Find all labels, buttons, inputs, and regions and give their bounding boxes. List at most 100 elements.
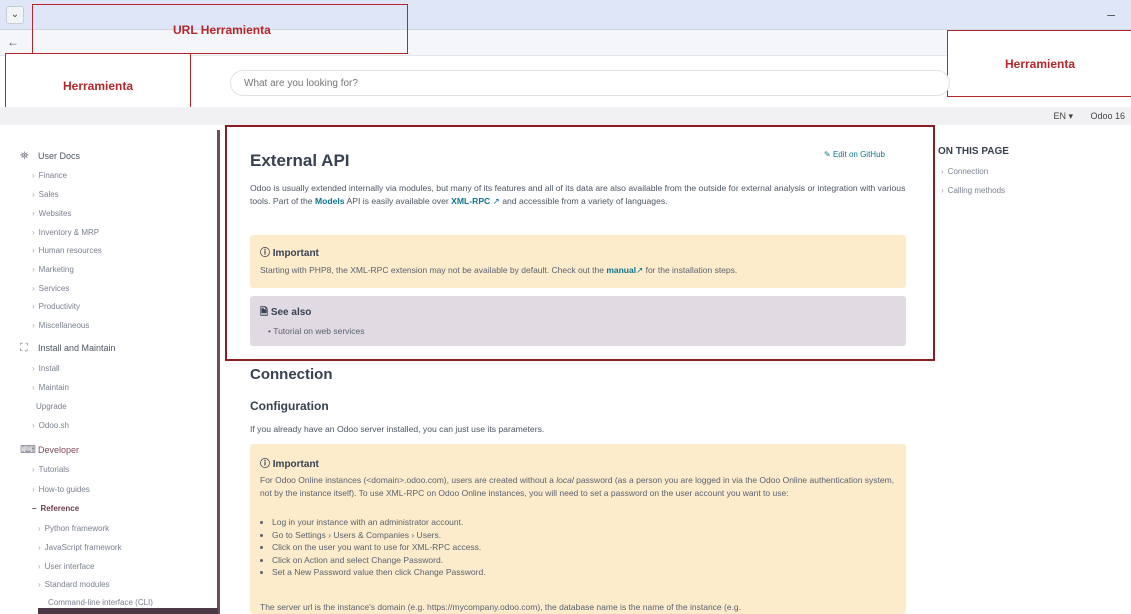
sidebar-item-python-framework[interactable]: › Python framework xyxy=(38,524,109,533)
search-input[interactable] xyxy=(231,71,949,95)
sidebar-scroll-indicator xyxy=(38,608,218,614)
chevron-down-icon: – xyxy=(32,504,37,513)
important-paragraph: For Odoo Online instances (<domain>.odoo… xyxy=(260,474,896,500)
search-bar xyxy=(230,70,950,96)
edit-on-github-label: Edit on GitHub xyxy=(832,150,885,159)
sidebar-item-reference[interactable]: – Reference xyxy=(32,504,79,513)
sidebar-section-label: User Docs xyxy=(38,151,81,161)
sidebar-item-label: Python framework xyxy=(44,524,110,533)
sidebar-item-label: Command-line interface (CLI) xyxy=(48,598,153,607)
toc-item-connection[interactable]: › Connection xyxy=(941,167,988,176)
see-also-title-label: See also xyxy=(270,307,312,318)
sidebar-section-user-docs[interactable]: ⛯ User Docs xyxy=(20,150,80,162)
toc-item-label: Connection xyxy=(947,167,989,176)
sidebar-item-label: Standard modules xyxy=(44,580,110,589)
chevron-right-icon: › xyxy=(32,171,35,180)
sidebar-item-miscellaneous[interactable]: › Miscellaneous xyxy=(32,321,89,330)
chevron-right-icon: › xyxy=(941,167,944,176)
sidebar-item-user-interface[interactable]: › User interface xyxy=(38,562,94,571)
edit-on-github-link[interactable]: ✎ Edit on GitHub xyxy=(824,150,885,159)
sidebar-item-tutorials[interactable]: › Tutorials xyxy=(32,465,69,474)
annotation-url-tool: URL Herramienta xyxy=(32,4,408,54)
see-also-admonition: 🗎 See also • Tutorial on web services xyxy=(250,296,906,346)
sidebar-item-label: Tutorials xyxy=(38,465,70,474)
sidebar-item-label: How-to guides xyxy=(38,485,90,494)
sidebar-item-label: Inventory & MRP xyxy=(38,228,100,237)
minimize-button[interactable]: – xyxy=(1107,6,1115,22)
back-arrow-icon[interactable]: ← xyxy=(7,35,19,49)
manual-link[interactable]: manual↗ xyxy=(606,265,643,275)
sidebar-item-label: Maintain xyxy=(38,383,69,392)
sidebar-item-inventory[interactable]: › Inventory & MRP xyxy=(32,228,99,237)
sidebar-item-odoo-sh[interactable]: › Odoo.sh xyxy=(32,421,69,430)
info-circle-icon: ⓘ xyxy=(260,459,273,470)
sidebar-item-cli[interactable]: Command-line interface (CLI) xyxy=(48,598,153,607)
sidebar-item-label: Upgrade xyxy=(36,402,67,411)
sidebar-item-productivity[interactable]: › Productivity xyxy=(32,302,80,311)
sidebar-item-label: User interface xyxy=(44,562,95,571)
sidebar-divider xyxy=(217,130,220,614)
sidebar-item-javascript-framework[interactable]: › JavaScript framework xyxy=(38,543,122,552)
chevron-right-icon: › xyxy=(32,209,35,218)
sidebar-item-human-resources[interactable]: › Human resources xyxy=(32,246,102,255)
annotation-url-label: URL Herramienta xyxy=(173,23,271,37)
sidebar-item-maintain[interactable]: › Maintain xyxy=(32,383,69,392)
sidebar-section-developer[interactable]: ⌨ Developer xyxy=(20,444,79,456)
sidebar-item-install[interactable]: › Install xyxy=(32,364,60,373)
chevron-right-icon: › xyxy=(32,383,35,392)
sidebar-section-install[interactable]: ⛶ Install and Maintain xyxy=(20,342,116,354)
intro-text: API is easily available over xyxy=(344,196,452,206)
see-also-title: 🗎 See also xyxy=(260,305,311,322)
important-text-part: Starting with PHP8, the XML-RPC extensio… xyxy=(260,265,607,275)
chevron-right-icon: › xyxy=(32,465,35,474)
sidebar-item-label: Productivity xyxy=(38,302,81,311)
sidebar-item-label: Websites xyxy=(38,209,72,218)
sidebar-item-finance[interactable]: › Finance xyxy=(32,171,67,180)
chevron-right-icon: › xyxy=(941,186,944,195)
important-text-part: For Odoo Online instances (<domain>.odoo… xyxy=(260,475,557,485)
important-title-label: Important xyxy=(272,248,319,259)
configuration-heading: Configuration xyxy=(250,399,329,413)
list-item: Click on Action and select Change Passwo… xyxy=(272,554,486,567)
sidebar-item-label: Services xyxy=(38,284,70,293)
manual-label: manual xyxy=(606,265,637,275)
sidebar-item-sales[interactable]: › Sales xyxy=(32,190,59,199)
list-item: Set a New Password value then click Chan… xyxy=(272,566,486,579)
xml-rpc-link[interactable]: XML-RPC ↗ xyxy=(451,196,500,206)
chevron-right-icon: › xyxy=(32,485,35,494)
external-link-icon: ↗ xyxy=(492,196,500,206)
important-admonition-odoo-online: ⓘ Important For Odoo Online instances (<… xyxy=(250,444,906,614)
sidebar-item-label: Miscellaneous xyxy=(38,321,90,330)
sidebar-item-label: Sales xyxy=(38,190,59,199)
sidebar-item-standard-modules[interactable]: › Standard modules xyxy=(38,580,110,589)
version-selector[interactable]: Odoo 16 xyxy=(1090,111,1125,121)
sidebar-item-marketing[interactable]: › Marketing xyxy=(32,265,74,274)
toc-item-calling-methods[interactable]: › Calling methods xyxy=(941,186,1005,195)
chevron-right-icon: › xyxy=(32,421,35,430)
annotation-tool-right-label: Herramienta xyxy=(1004,56,1076,71)
install-icon: ⛶ xyxy=(20,342,28,354)
sidebar-item-upgrade[interactable]: Upgrade xyxy=(36,402,67,411)
annotation-tool-right: Herramienta xyxy=(947,30,1131,97)
chevron-right-icon: › xyxy=(32,321,35,330)
chevron-right-icon: › xyxy=(38,524,41,533)
models-link[interactable]: Models xyxy=(315,196,345,206)
intro-text: and accessible from a variety of languag… xyxy=(499,196,668,206)
connection-heading: Connection xyxy=(250,366,333,383)
steps-list: Log in your instance with an administrat… xyxy=(272,516,486,579)
sidebar-item-services[interactable]: › Services xyxy=(32,284,69,293)
important-text-part: for the installation steps. xyxy=(643,265,738,275)
language-selector[interactable]: EN ▾ xyxy=(1053,111,1073,122)
sidebar-item-how-to-guides[interactable]: › How-to guides xyxy=(32,485,90,494)
sidebar-item-label: Install xyxy=(38,364,60,373)
document-icon: 🗎 xyxy=(260,307,271,318)
chevron-right-icon: › xyxy=(32,246,35,255)
intro-paragraph: Odoo is usually extended internally via … xyxy=(250,182,920,208)
important-title: ⓘ Important xyxy=(260,244,319,259)
sidebar-item-websites[interactable]: › Websites xyxy=(32,209,71,218)
tab-list-chevron-icon[interactable]: ⌄ xyxy=(6,6,24,24)
sidebar-item-label: Reference xyxy=(40,504,80,513)
chevron-right-icon: › xyxy=(38,543,41,552)
chevron-right-icon: › xyxy=(32,265,35,274)
see-also-item[interactable]: • Tutorial on web services xyxy=(268,326,365,336)
